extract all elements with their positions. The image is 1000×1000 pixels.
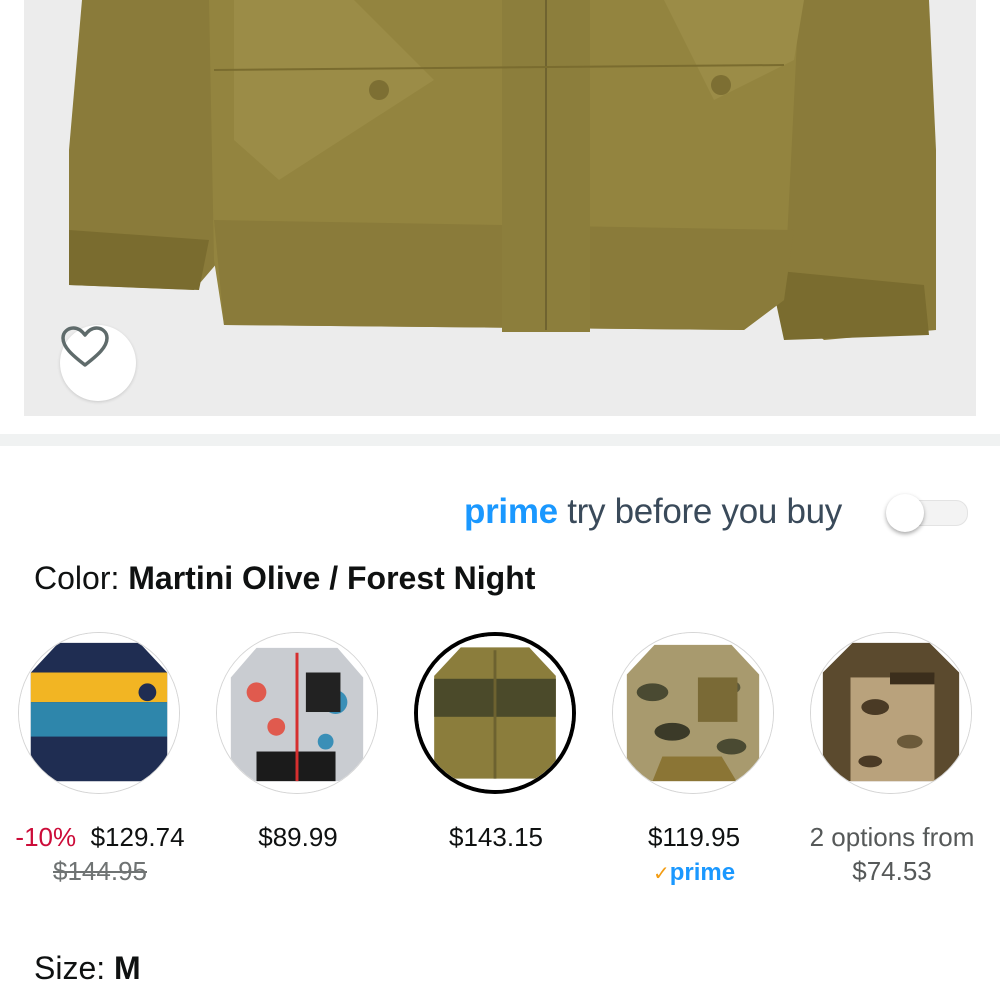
swatch-price-block: 2 options from $74.53 [792,820,992,888]
swatch-price-block: $143.15 [396,820,596,854]
wishlist-button[interactable] [60,325,136,401]
jacket-thumbnail [811,633,971,793]
toggle-knob [886,494,924,532]
prime-try-before-you-buy-label: prime try before you buy [464,492,842,532]
jacket-thumbnail [217,633,377,793]
heart-outline-icon [61,326,109,367]
color-swatch-floral-print[interactable] [216,632,378,794]
size-selection-label: Size: M [34,950,141,987]
prime-badge: ✓prime [594,854,794,891]
size-label: Size: [34,950,115,986]
jacket-thumbnail [19,633,179,793]
product-image[interactable] [24,0,976,416]
price: $119.95 [647,822,741,852]
color-swatch-olive-forest-selected[interactable] [414,632,576,794]
color-swatch-camo-brown[interactable] [810,632,972,794]
jacket-illustration [24,0,976,416]
swatch-price-block: $89.99 [198,820,398,854]
prime-check-icon: ✓ [652,863,670,885]
discount-percent: -10% [15,822,77,852]
price: $143.15 [449,822,543,852]
options-text: 2 options from [809,822,975,852]
try-before-you-buy-toggle[interactable] [886,494,968,532]
jacket-thumbnail [418,636,572,790]
prime-badge-label: prime [669,859,736,886]
color-swatch-camo-puffer[interactable] [612,632,774,794]
try-before-you-buy-text: try before you buy [557,492,842,531]
prime-logo-text: prime [464,492,558,531]
swatch-price-block: $119.95 ✓prime [594,820,794,891]
color-selection-label: Color: Martini Olive / Forest Night [34,560,535,597]
price: $89.99 [258,822,338,852]
color-swatch-navy-yellow-blue[interactable] [18,632,180,794]
from-price: $74.53 [852,856,932,886]
color-label: Color: [34,560,129,596]
sale-price: $129.74 [90,822,185,852]
size-value: M [114,950,141,986]
list-price: $144.95 [53,856,147,886]
color-value: Martini Olive / Forest Night [128,560,536,596]
prime-try-before-you-buy-row: prime try before you buy [0,488,1000,540]
price-line: -10% $129.74 [0,820,200,854]
swatch-price-block: -10% $129.74 $144.95 [0,820,200,888]
jacket-thumbnail [613,633,773,793]
section-divider [0,434,1000,446]
